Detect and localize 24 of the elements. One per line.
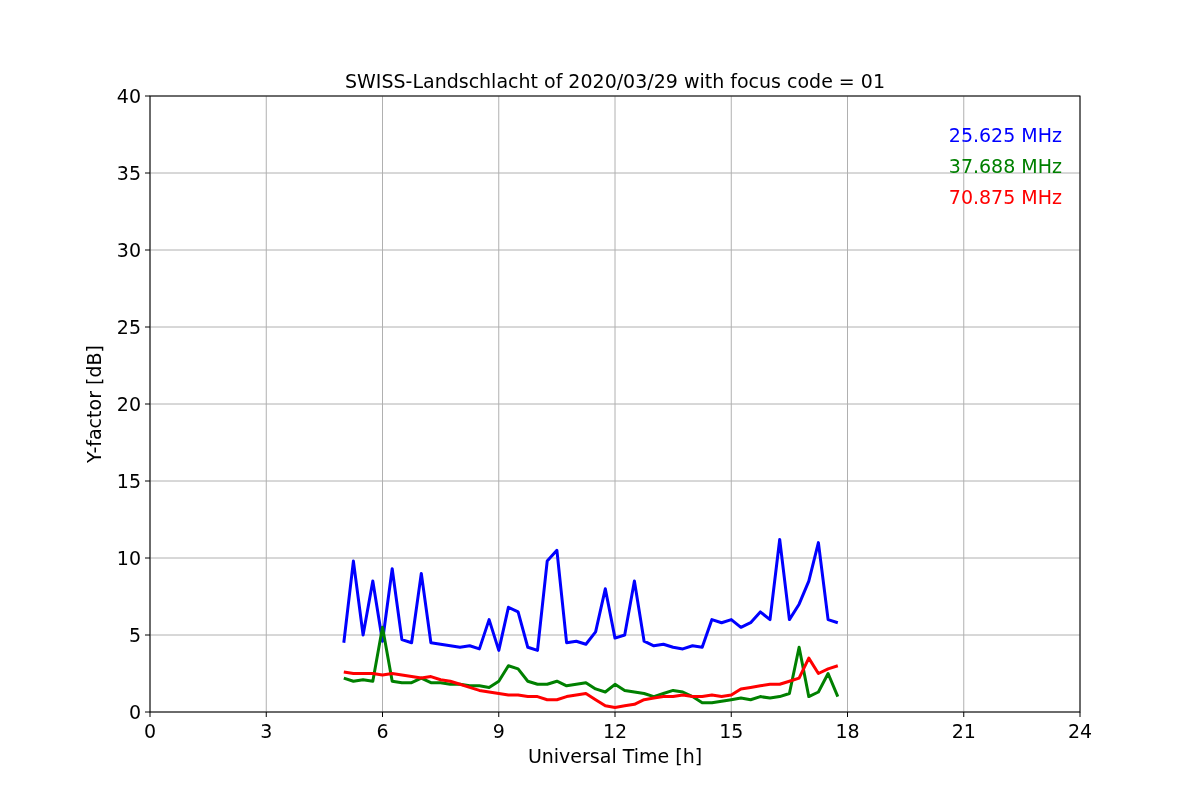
x-tick-label: 6 [376, 720, 389, 742]
x-tick-label: 24 [1067, 720, 1093, 742]
x-tick-label: 12 [602, 720, 628, 742]
chart-title: SWISS-Landschlacht of 2020/03/29 with focus code = 01 [345, 70, 885, 92]
y-tick-label: 5 [128, 624, 141, 646]
x-tick-label: 9 [492, 720, 505, 742]
y-tick-label: 0 [128, 701, 141, 723]
x-tick-label: 18 [835, 720, 860, 742]
y-tick-label: 40 [116, 85, 141, 107]
legend-entry: 70.875 MHz [948, 186, 1062, 208]
y-axis-label: Y-factor [dB] [83, 345, 105, 463]
x-axis-label: Universal Time [h] [527, 745, 703, 767]
legend-entry: 37.688 MHz [948, 155, 1062, 177]
y-tick-label: 20 [116, 393, 141, 415]
x-tick-label: 0 [143, 720, 157, 742]
y-tick-label: 35 [116, 162, 141, 184]
y-tick-label: 15 [116, 470, 141, 492]
y-tick-label: 25 [116, 316, 141, 338]
y-tick-label: 10 [116, 547, 141, 569]
x-tick-label: 21 [951, 720, 976, 742]
y-tick-label: 30 [116, 239, 141, 261]
legend-entry: 25.625 MHz [948, 124, 1062, 146]
x-tick-label: 15 [719, 720, 744, 742]
x-tick-label: 3 [260, 720, 273, 742]
